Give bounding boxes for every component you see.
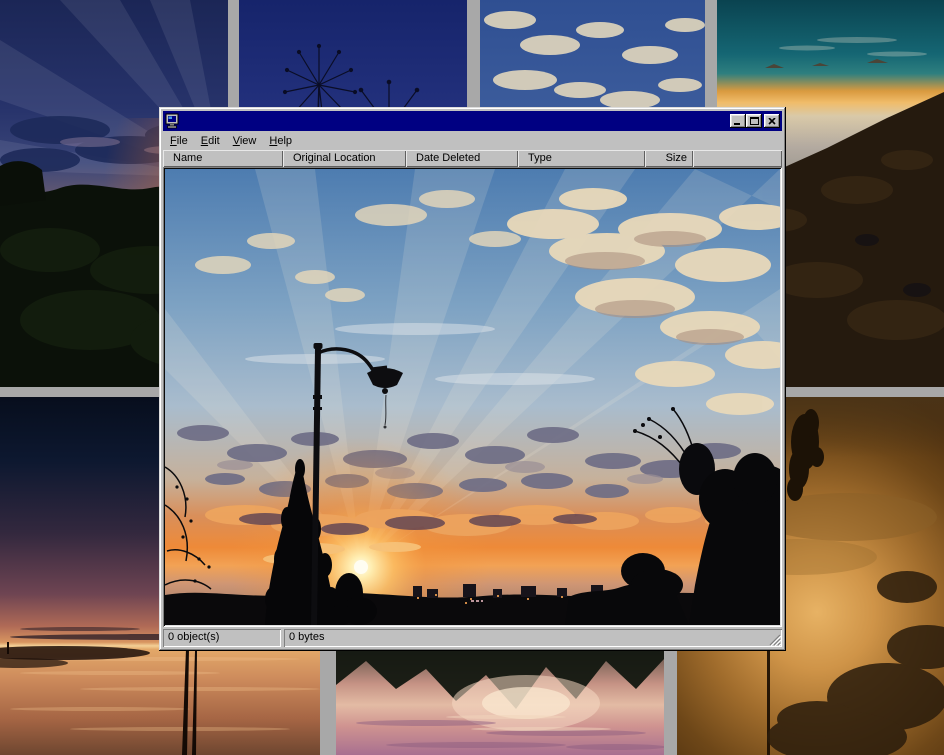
column-headers: Name Original Location Date Deleted Type… [163, 150, 782, 167]
maximize-icon [750, 117, 759, 125]
column-header-type[interactable]: Type [518, 150, 645, 167]
window-titlebar[interactable] [163, 111, 782, 131]
column-header-date-deleted[interactable]: Date Deleted [406, 150, 518, 167]
menu-help[interactable]: Help [263, 134, 298, 148]
sunset-lamppost-photo [163, 167, 782, 627]
close-button[interactable] [764, 114, 780, 128]
recycle-bin-window: File Edit View Help Name Original Locati… [159, 107, 786, 651]
resize-grip[interactable] [769, 634, 781, 646]
menu-edit[interactable]: Edit [195, 134, 226, 148]
column-header-size[interactable]: Size [645, 150, 693, 167]
computer-icon [165, 113, 181, 129]
status-size-total: 0 bytes [284, 629, 782, 647]
column-header-original-location[interactable]: Original Location [283, 150, 406, 167]
column-header-name[interactable]: Name [163, 150, 283, 167]
close-icon [768, 118, 776, 125]
menu-bar: File Edit View Help [163, 131, 782, 150]
maximize-button[interactable] [746, 114, 762, 128]
minimize-icon [734, 118, 742, 125]
menu-file[interactable]: File [164, 134, 194, 148]
status-bar: 0 object(s) 0 bytes [163, 629, 782, 647]
minimize-button[interactable] [730, 114, 746, 128]
photo-sign [471, 600, 483, 602]
menu-view[interactable]: View [227, 134, 263, 148]
column-header-blank[interactable] [693, 150, 782, 167]
status-object-count: 0 object(s) [163, 629, 281, 647]
